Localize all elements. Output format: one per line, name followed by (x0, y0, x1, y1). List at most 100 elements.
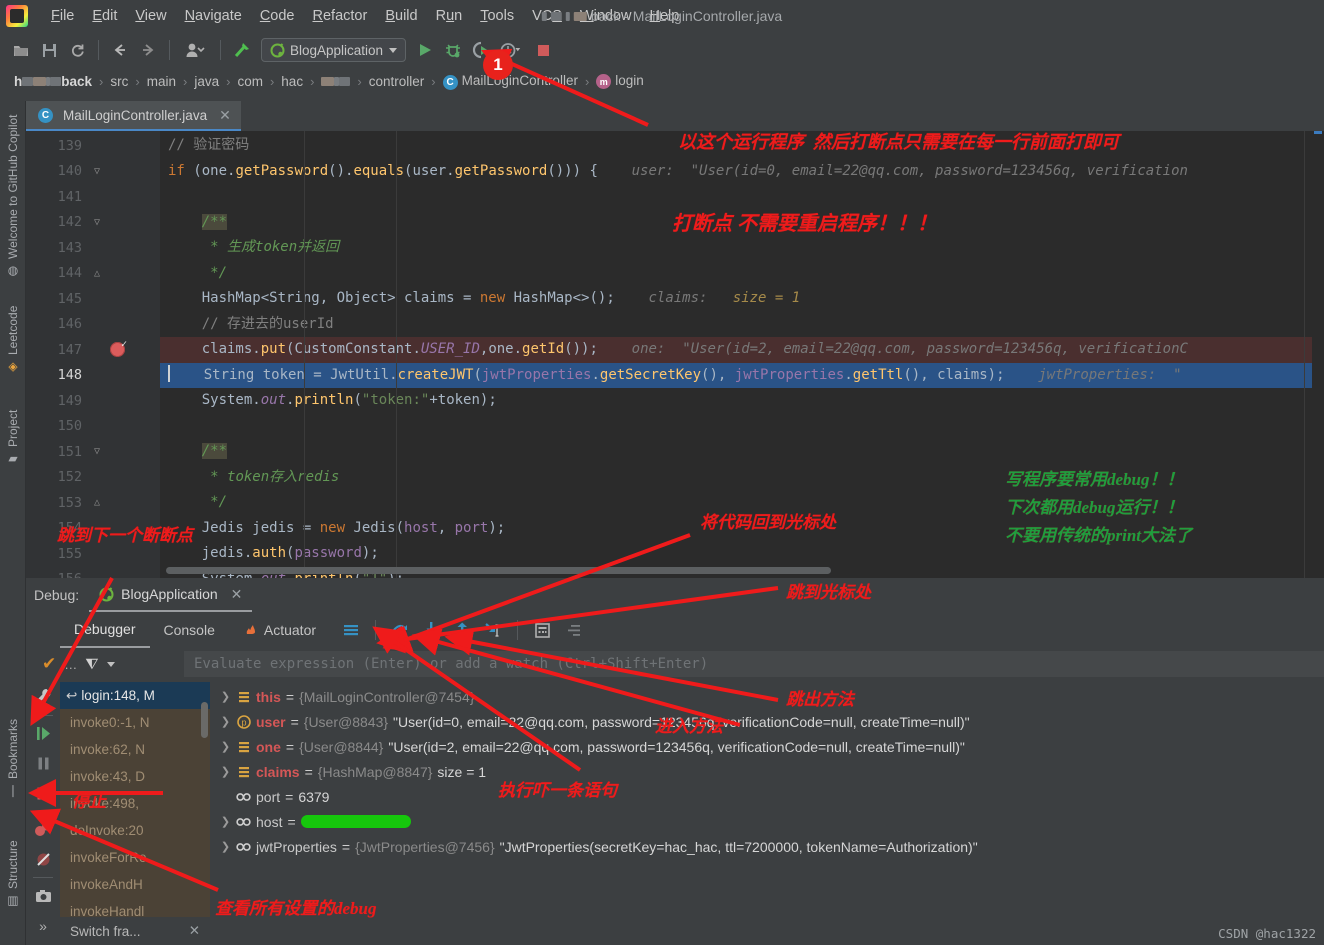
tab-console[interactable]: Console (150, 612, 229, 648)
frame-row[interactable]: invoke0:-1, N (60, 709, 210, 736)
save-icon[interactable] (36, 37, 62, 63)
run-to-cursor-icon[interactable] (480, 617, 506, 643)
breadcrumb-item-src[interactable]: src (106, 74, 132, 89)
chevron-down-icon[interactable] (106, 661, 115, 667)
run-configuration-selector[interactable]: BlogApplication (261, 38, 407, 62)
gutter-line[interactable]: 142 ▽ (26, 210, 160, 236)
step-out-icon[interactable] (449, 617, 475, 643)
breadcrumb-item-com[interactable]: com (233, 74, 267, 89)
settings-lines-icon[interactable] (560, 617, 586, 643)
gutter-line[interactable]: 143 (26, 235, 160, 261)
close-icon[interactable]: ✕ (189, 923, 200, 939)
close-icon[interactable]: ✕ (231, 586, 243, 603)
gutter-line[interactable]: 148 (26, 363, 160, 389)
mute-breakpoints-icon[interactable] (28, 845, 58, 875)
arrow-right-icon[interactable] (135, 37, 161, 63)
fold-marker[interactable]: △ (88, 268, 106, 279)
breadcrumb-item-hac[interactable]: hac (277, 74, 307, 89)
frame-row[interactable]: invoke:62, N (60, 736, 210, 763)
wrench-settings-icon[interactable] (28, 682, 58, 712)
gutter-line[interactable]: 146 (26, 312, 160, 338)
filter-icon[interactable]: ⧨ (85, 656, 98, 673)
evaluate-expression-icon[interactable] (529, 617, 555, 643)
menu-item-tools[interactable]: Tools (471, 5, 523, 27)
editor-horizontal-scrollbar[interactable] (166, 567, 831, 574)
breadcrumb-item-java[interactable]: java (190, 74, 223, 89)
breadcrumb-item-class[interactable]: C MailLoginController (439, 73, 582, 90)
debug-button[interactable] (440, 37, 466, 63)
chevron-right-icon[interactable]: ❯ (220, 715, 231, 728)
refresh-icon[interactable] (64, 37, 90, 63)
code-line[interactable]: if (one.getPassword().equals(user.getPas… (160, 159, 1324, 185)
stop-button[interactable] (530, 37, 556, 63)
code-line[interactable] (160, 184, 1324, 210)
fold-marker[interactable]: ▽ (88, 217, 106, 228)
sidebar-item-leetcode[interactable]: ◈ Leetcode (0, 297, 26, 379)
menu-item-refactor[interactable]: Refactor (304, 5, 377, 27)
gutter-line[interactable]: 153 △ (26, 490, 160, 516)
hammer-build-icon[interactable] (229, 37, 255, 63)
variable-row[interactable]: ❯ jwtProperties = {JwtProperties@7456} "JwtP… (210, 834, 1324, 859)
chevron-right-icon[interactable]: ❯ (220, 690, 231, 703)
sidebar-item-structure[interactable]: ▥ Structure (0, 817, 26, 913)
step-over-icon[interactable] (387, 617, 413, 643)
menu-item-edit[interactable]: Edit (83, 5, 126, 27)
more-dots-icon[interactable]: … (64, 657, 77, 672)
menu-item-file[interactable]: File (42, 5, 83, 27)
frame-row[interactable]: invokeForRe (60, 844, 210, 871)
view-breakpoints-icon[interactable] (28, 815, 58, 845)
frame-row[interactable]: invoke:43, D (60, 763, 210, 790)
frames-list[interactable]: ↩ login:148, M invoke0:-1, N invoke:62, N in… (60, 682, 210, 945)
variable-row[interactable]: ❯ host = (210, 809, 1324, 834)
chevron-right-icon[interactable]: ❯ (220, 740, 231, 753)
gutter-line[interactable]: 145 (26, 286, 160, 312)
more-chevrons-icon[interactable]: » (28, 911, 58, 941)
frame-row[interactable]: doInvoke:20 (60, 817, 210, 844)
gutter-line[interactable]: 140 ▽ (26, 159, 160, 185)
sidebar-item-copilot[interactable]: ◍ Welcome to GitHub Copilot (0, 107, 26, 283)
frame-row[interactable]: ↩ login:148, M (60, 682, 210, 709)
code-line[interactable]: */ (160, 261, 1324, 287)
code-line[interactable]: * 生成token并返回 (160, 235, 1324, 261)
evaluate-expression-input[interactable]: Evaluate expression (Enter) or add a wat… (184, 651, 1324, 677)
frames-footer[interactable]: Switch fra... ✕ (60, 917, 210, 945)
editor-gutter[interactable]: 139 140 ▽ 141 142 ▽ 143 144 △ 145 146 147 148 149 150 1… (26, 131, 160, 578)
gutter-line[interactable]: 151 ▽ (26, 439, 160, 465)
menu-item-view[interactable]: View (126, 5, 175, 27)
fold-marker[interactable]: ▽ (88, 446, 106, 457)
check-mark-icon[interactable]: ✔ (42, 654, 56, 674)
variables-tree[interactable]: ❯ this = {MailLoginController@7454} ❯ p user ={… (210, 682, 1324, 945)
breadcrumb-project[interactable]: h back (10, 74, 96, 89)
gutter-line[interactable]: 144 △ (26, 261, 160, 287)
resume-program-icon[interactable] (28, 719, 58, 749)
variable-row[interactable]: ❯ one = {User@8844} "User(id=2, email=22@qq.… (210, 734, 1324, 759)
tab-actuator[interactable]: Actuator (229, 612, 330, 648)
code-line[interactable]: // 存进去的userId (160, 312, 1324, 338)
editor-marker-strip[interactable] (1312, 131, 1324, 578)
tab-debugger[interactable]: Debugger (60, 612, 150, 648)
chevron-right-icon[interactable]: ❯ (220, 765, 231, 778)
stop-program-icon[interactable] (28, 778, 58, 808)
breadcrumb-item-redacted[interactable] (317, 74, 354, 89)
pause-program-icon[interactable] (28, 748, 58, 778)
breadcrumb-item-method[interactable]: m login (592, 73, 648, 90)
gutter-line[interactable]: 150 (26, 414, 160, 440)
code-line[interactable]: String token = JwtUtil.createJWT(jwtProp… (160, 362, 1324, 388)
variable-row[interactable]: ❯port=6379 (210, 784, 1324, 809)
code-line[interactable]: /** (160, 439, 1324, 465)
variable-row[interactable]: ❯ this = {MailLoginController@7454} (210, 684, 1324, 709)
sidebar-item-project[interactable]: ▰ Project (0, 393, 26, 471)
gutter-line[interactable]: 156 (26, 567, 160, 578)
arrow-left-icon[interactable] (107, 37, 133, 63)
code-line[interactable]: HashMap<String, Object> claims = new Has… (160, 286, 1324, 312)
chevron-right-icon[interactable]: ❯ (220, 815, 231, 828)
close-icon[interactable]: ✕ (219, 107, 231, 124)
editor-tab-mailogincontroller[interactable]: C MailLoginController.java ✕ (26, 101, 241, 131)
chevron-right-icon[interactable]: ❯ (220, 840, 231, 853)
code-line[interactable]: claims.put(CustomConstant.USER_ID,one.ge… (160, 337, 1324, 363)
breakpoint-icon[interactable] (110, 339, 127, 357)
gutter-line[interactable]: 152 (26, 465, 160, 491)
code-line[interactable] (160, 414, 1324, 440)
run-button[interactable] (412, 37, 438, 63)
variable-row[interactable]: ❯ claims = {HashMap@8847} size = 1 (210, 759, 1324, 784)
